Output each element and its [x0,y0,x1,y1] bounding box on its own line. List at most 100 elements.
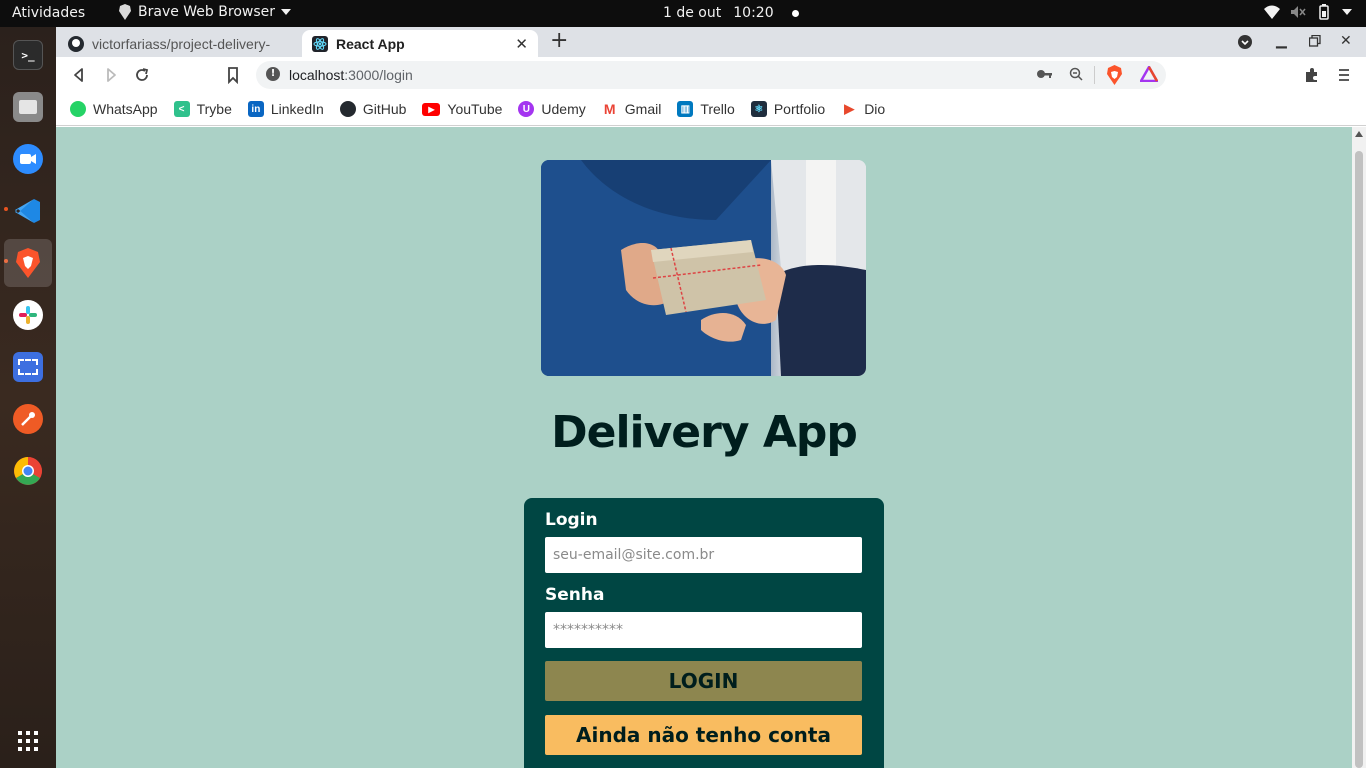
system-tray[interactable] [1264,4,1352,20]
bookmark-trello[interactable]: ▥ Trello [677,101,735,117]
minimize-icon[interactable]: ▁ [1276,33,1287,49]
tab-github[interactable]: victorfariass/project-delivery- [58,30,302,57]
bookmark-label: WhatsApp [93,101,158,117]
clock-date: 1 de out [663,5,722,21]
dock-slack[interactable] [4,291,52,339]
site-info-icon[interactable]: ! [266,67,280,81]
bookmark-gmail[interactable]: M Gmail [602,101,662,117]
bookmark-label: Udemy [541,101,586,117]
back-icon[interactable] [70,66,88,84]
register-button[interactable]: Ainda não tenho conta [545,715,862,755]
bookmark-label: YouTube [447,101,503,117]
tab-strip: victorfariass/project-delivery- React Ap… [56,27,1366,57]
bookmark-label: Trello [700,101,735,117]
url-path: :3000/login [344,67,413,83]
screenshot-icon [13,352,43,382]
battery-icon [1319,4,1329,20]
bookmark-label: Portfolio [773,101,826,117]
udemy-icon: U [518,101,535,117]
bookmark-udemy[interactable]: U Udemy [518,101,586,117]
trello-icon: ▥ [677,101,694,117]
scrollbar-thumb[interactable] [1355,151,1363,768]
dock-brave[interactable] [4,239,52,287]
trybe-icon: < [173,101,190,117]
brave-shields-icon[interactable] [1106,65,1123,85]
scroll-up-icon[interactable] [1355,131,1363,137]
browser-window: victorfariass/project-delivery- React Ap… [56,27,1366,768]
extensions-icon[interactable] [1303,66,1321,84]
dock: >_ [0,27,56,768]
bookmark-trybe[interactable]: < Trybe [173,101,232,117]
tab-title: React App [336,35,405,52]
bookmark-label: Gmail [624,101,662,117]
files-icon [13,92,43,122]
close-tab-icon[interactable]: ✕ [515,35,528,53]
bookmark-label: Trybe [196,101,232,117]
password-label: Senha [545,585,605,605]
github-icon [339,101,356,117]
password-input[interactable] [545,612,862,648]
bookmark-whatsapp[interactable]: WhatsApp [70,101,158,117]
bookmark-label: GitHub [362,101,407,117]
bookmark-label: LinkedIn [270,101,324,117]
bookmarks-bar: WhatsApp < Trybe in LinkedIn GitHub ▶ YouTu… [56,93,1366,126]
whatsapp-icon [70,101,86,117]
postman-icon [13,404,43,434]
page-title: Delivery App [551,407,858,458]
restore-icon[interactable] [1309,35,1321,47]
forward-icon[interactable] [102,66,120,84]
dock-postman[interactable] [4,395,52,443]
reload-icon[interactable] [133,66,151,84]
close-window-icon[interactable]: ✕ [1340,33,1352,49]
gmail-icon: M [603,101,616,117]
hero-delivery-image [541,160,866,376]
bookmark-github[interactable]: GitHub [339,101,407,117]
slack-icon [13,300,43,330]
clock[interactable]: 1 de out 10:20 [663,5,799,21]
dock-terminal[interactable]: >_ [4,31,52,79]
url-text[interactable]: localhost:3000/login [289,67,413,83]
react-icon: ⚛ [750,101,767,117]
chevron-down-icon [281,9,291,15]
app-menu-label: Brave Web Browser [138,4,275,20]
bookmark-icon[interactable] [224,66,242,84]
react-icon [312,35,328,52]
dock-vscode[interactable] [4,187,52,235]
address-bar[interactable]: ! localhost:3000/login [256,61,1166,89]
chevron-down-icon [1342,9,1352,15]
page-viewport: Delivery App Login Senha LOGIN Ainda não… [56,127,1352,768]
login-button[interactable]: LOGIN [545,661,862,701]
dock-screenshot[interactable] [4,343,52,391]
menu-icon[interactable] [1335,66,1353,84]
tab-react-app[interactable]: React App ✕ [302,30,538,57]
new-tab-button[interactable]: + [550,30,568,52]
bookmark-portfolio[interactable]: ⚛ Portfolio [750,101,826,117]
zoom-icon [13,144,43,174]
bookmark-linkedin[interactable]: in LinkedIn [247,101,324,117]
clock-time: 10:20 [733,5,774,21]
dio-icon: ▶ [844,101,855,116]
brave-icon [13,248,43,278]
zoom-out-icon[interactable] [1069,67,1083,81]
system-top-bar: Atividades Brave Web Browser 1 de out 10… [0,0,1366,27]
notification-dot-icon [791,9,799,17]
dock-files[interactable] [4,83,52,131]
page-scrollbar[interactable] [1352,127,1366,768]
wifi-icon [1264,5,1280,19]
browser-toolbar: ! localhost:3000/login [56,57,1366,93]
youtube-icon: ▶ [422,102,441,116]
bookmark-dio[interactable]: ▶ Dio [841,101,885,117]
activities-button[interactable]: Atividades [12,5,85,21]
linkedin-icon: in [247,101,264,117]
bookmark-youtube[interactable]: ▶ YouTube [422,101,502,117]
brave-rewards-icon[interactable] [1140,66,1158,82]
dock-zoom[interactable] [4,135,52,183]
app-menu[interactable]: Brave Web Browser [118,4,291,20]
show-apps-button[interactable] [4,717,52,765]
email-input[interactable] [545,537,862,573]
key-icon[interactable] [1036,67,1052,81]
volume-muted-icon [1291,6,1306,18]
dock-chrome[interactable] [4,447,52,495]
tab-search-icon[interactable] [1237,34,1253,50]
url-host: localhost [289,67,345,83]
